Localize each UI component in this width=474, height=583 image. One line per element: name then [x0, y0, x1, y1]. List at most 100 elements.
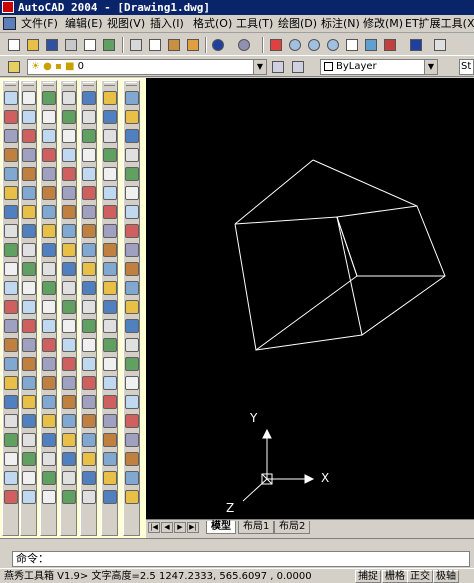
tool-icon[interactable] [103, 281, 117, 295]
tool-icon[interactable] [62, 262, 76, 276]
first-tab-icon[interactable]: |◀ [148, 522, 160, 533]
tool-icon[interactable] [4, 414, 18, 428]
tool-icon[interactable] [125, 471, 139, 485]
tool-icon[interactable] [62, 395, 76, 409]
pan-realtime-icon[interactable] [268, 37, 284, 53]
tool-icon[interactable] [82, 338, 96, 352]
tool-icon[interactable] [22, 490, 36, 504]
autocad-app-icon[interactable] [2, 1, 14, 13]
tool-icon[interactable] [42, 490, 56, 504]
tool-icon[interactable] [62, 471, 76, 485]
tool-icon[interactable] [82, 148, 96, 162]
tool-icon[interactable] [103, 205, 117, 219]
tool-icon[interactable] [103, 167, 117, 181]
tool-icon[interactable] [42, 300, 56, 314]
tool-icon[interactable] [22, 129, 36, 143]
menu-insert[interactable]: 插入(I) [150, 17, 184, 31]
cut-scissors-icon[interactable] [128, 37, 144, 53]
document-icon[interactable] [3, 17, 16, 30]
toolbar-grip[interactable] [104, 82, 115, 86]
drawing-area[interactable]: Y X Z [146, 78, 474, 519]
layer-manager-icon[interactable] [6, 59, 22, 75]
tool-icon[interactable] [4, 471, 18, 485]
tool-icon[interactable] [62, 224, 76, 238]
snap-toggle[interactable]: 捕捉 [355, 570, 381, 583]
chevron-down-icon[interactable]: ▼ [424, 60, 437, 74]
tool-icon[interactable] [103, 224, 117, 238]
tool-icon[interactable] [103, 91, 117, 105]
tool-icon[interactable] [22, 357, 36, 371]
tool-icon[interactable] [125, 452, 139, 466]
next-tab-icon[interactable]: ▶ [174, 522, 186, 533]
tool-icon[interactable] [42, 262, 56, 276]
tool-icon[interactable] [42, 186, 56, 200]
tool-icon[interactable] [125, 91, 139, 105]
polar-toggle[interactable]: 极轴 [433, 570, 459, 583]
publish-icon[interactable] [101, 37, 117, 53]
tool-icon[interactable] [125, 186, 139, 200]
tool-icon[interactable] [103, 357, 117, 371]
tool-icon[interactable] [103, 129, 117, 143]
menu-dimension[interactable]: 标注(N) [321, 17, 360, 31]
tool-icon[interactable] [4, 129, 18, 143]
tool-icon[interactable] [125, 262, 139, 276]
save-disk-icon[interactable] [44, 37, 60, 53]
tool-icon[interactable] [82, 490, 96, 504]
zoom-window-icon[interactable] [306, 37, 322, 53]
tool-icon[interactable] [62, 110, 76, 124]
menu-format[interactable]: 格式(O) [193, 17, 232, 31]
tool-icon[interactable] [82, 357, 96, 371]
tool-icon[interactable] [4, 205, 18, 219]
tool-icon[interactable] [42, 338, 56, 352]
chevron-down-icon[interactable]: ▼ [253, 60, 266, 74]
menu-modify[interactable]: 修改(M) [363, 17, 403, 31]
tool-icon[interactable] [82, 376, 96, 390]
tool-icon[interactable] [103, 471, 117, 485]
tool-icon[interactable] [62, 186, 76, 200]
toolbar-grip[interactable] [43, 82, 54, 86]
tool-icon[interactable] [22, 319, 36, 333]
tool-icon[interactable] [4, 186, 18, 200]
tool-icon[interactable] [22, 110, 36, 124]
tool-icon[interactable] [103, 433, 117, 447]
tool-icon[interactable] [42, 148, 56, 162]
tool-icon[interactable] [42, 205, 56, 219]
tool-palettes-icon[interactable] [382, 37, 398, 53]
extra-tool-icon[interactable] [432, 37, 448, 53]
tool-icon[interactable] [62, 300, 76, 314]
tool-icon[interactable] [103, 490, 117, 504]
tool-icon[interactable] [22, 148, 36, 162]
tool-icon[interactable] [82, 319, 96, 333]
tool-icon[interactable] [103, 319, 117, 333]
tool-icon[interactable] [82, 395, 96, 409]
tool-icon[interactable] [125, 129, 139, 143]
tool-icon[interactable] [62, 129, 76, 143]
tool-icon[interactable] [62, 205, 76, 219]
tool-icon[interactable] [125, 414, 139, 428]
tool-icon[interactable] [82, 167, 96, 181]
tool-icon[interactable] [22, 471, 36, 485]
tool-icon[interactable] [82, 262, 96, 276]
tool-icon[interactable] [4, 452, 18, 466]
tool-icon[interactable] [82, 414, 96, 428]
tool-icon[interactable] [42, 395, 56, 409]
tool-icon[interactable] [82, 243, 96, 257]
tool-icon[interactable] [82, 433, 96, 447]
tab-model[interactable]: 模型 [206, 521, 236, 534]
grid-toggle[interactable]: 栅格 [382, 570, 408, 583]
tool-icon[interactable] [82, 129, 96, 143]
tool-icon[interactable] [125, 110, 139, 124]
tool-icon[interactable] [22, 338, 36, 352]
tool-icon[interactable] [22, 167, 36, 181]
tool-icon[interactable] [22, 91, 36, 105]
tool-icon[interactable] [4, 110, 18, 124]
last-tab-icon[interactable]: ▶| [187, 522, 199, 533]
tool-icon[interactable] [22, 281, 36, 295]
tool-icon[interactable] [125, 205, 139, 219]
design-center-icon[interactable] [363, 37, 379, 53]
tool-icon[interactable] [4, 262, 18, 276]
new-file-icon[interactable] [6, 37, 22, 53]
tool-icon[interactable] [103, 300, 117, 314]
layer-previous-icon[interactable] [290, 59, 306, 75]
tool-icon[interactable] [125, 357, 139, 371]
